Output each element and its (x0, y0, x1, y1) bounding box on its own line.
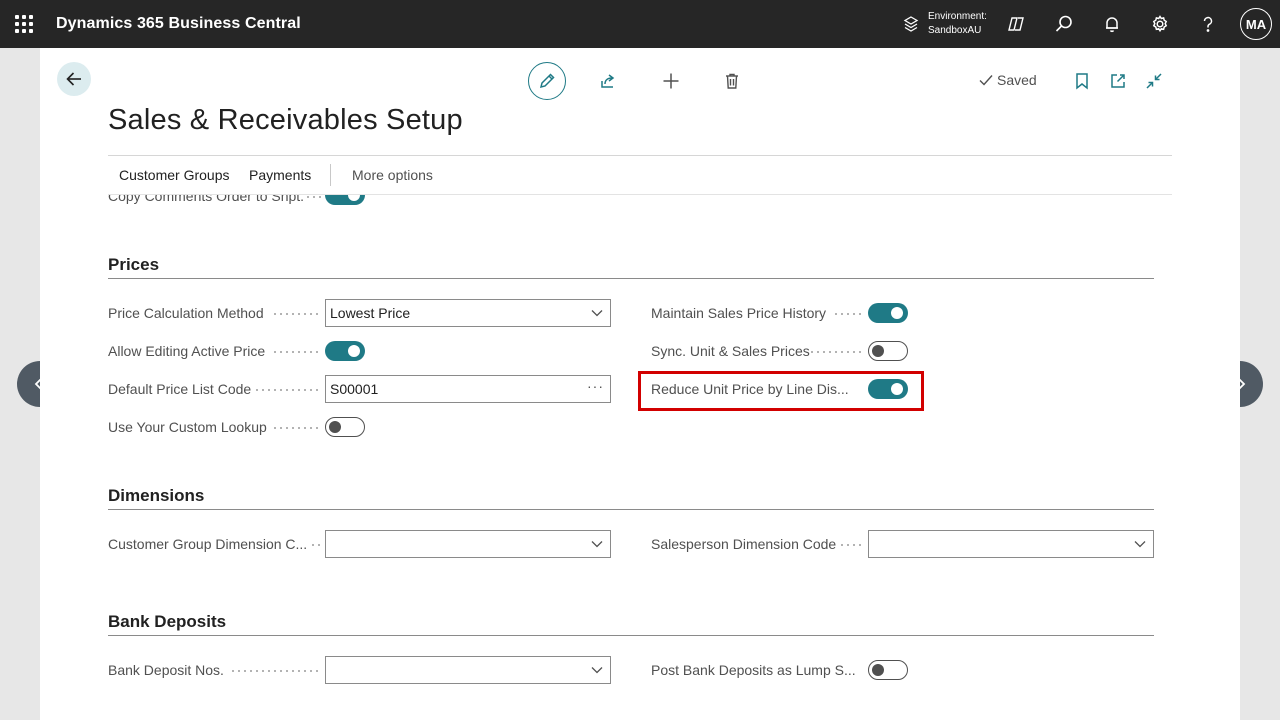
use-custom-lookup-toggle[interactable] (325, 417, 365, 437)
copilot-icon[interactable] (1004, 12, 1028, 36)
app-title[interactable]: Dynamics 365 Business Central (56, 15, 301, 33)
section-title-prices[interactable]: Prices (108, 255, 159, 275)
top-bar: Dynamics 365 Business Central Environmen… (0, 0, 1280, 48)
chevron-down-icon (591, 667, 603, 674)
arrow-left-icon (66, 72, 81, 86)
new-button[interactable] (652, 62, 690, 100)
sync-unit-sales-prices-label: Sync. Unit & Sales Prices (651, 343, 810, 359)
trash-icon (726, 73, 738, 89)
checkmark-icon (979, 75, 993, 86)
tabs-divider (108, 155, 1172, 156)
lookup-ellipsis-icon[interactable]: ··· (587, 378, 604, 394)
environment-icon (903, 16, 919, 32)
highlight-box (638, 371, 924, 411)
page-title: Sales & Receivables Setup (108, 104, 463, 136)
user-avatar[interactable]: MA (1240, 8, 1272, 40)
salesperson-dimension-select[interactable] (868, 530, 1154, 558)
share-icon (601, 74, 615, 88)
settings-gear-icon[interactable] (1148, 12, 1172, 36)
maintain-sales-price-history-label: Maintain Sales Price History (651, 305, 827, 321)
use-custom-lookup-label: Use Your Custom Lookup (108, 419, 267, 435)
chevron-down-icon (1134, 541, 1146, 548)
bank-deposit-nos-label: Bank Deposit Nos. (108, 662, 224, 678)
default-price-list-code-input[interactable]: S00001 ··· (325, 375, 611, 403)
back-button[interactable] (57, 62, 91, 96)
price-calculation-method-select[interactable]: Lowest Price (325, 299, 611, 327)
tab-customer-groups[interactable]: Customer Groups (119, 167, 229, 183)
chevron-down-icon (591, 310, 603, 317)
customer-group-dimension-select[interactable] (325, 530, 611, 558)
bookmark-icon (1076, 73, 1088, 90)
help-icon[interactable] (1196, 12, 1220, 36)
customer-group-dimension-label: Customer Group Dimension C... (108, 536, 308, 552)
post-bank-deposits-lump-toggle[interactable] (868, 660, 908, 680)
content-area[interactable]: Copy Comments Order to Shpt. Prices Pric… (40, 195, 1240, 720)
price-calculation-method-label: Price Calculation Method (108, 305, 264, 321)
collapse-button[interactable] (1135, 62, 1173, 100)
collapse-arrows-icon (1146, 73, 1162, 89)
environment-indicator[interactable]: Environment: SandboxAU (902, 10, 987, 38)
section-title-bank-deposits[interactable]: Bank Deposits (108, 612, 226, 632)
tab-separator (330, 164, 331, 186)
notifications-bell-icon[interactable] (1100, 12, 1124, 36)
copy-comments-toggle[interactable] (325, 195, 365, 205)
allow-editing-active-price-toggle[interactable] (325, 341, 365, 361)
saved-label: Saved (997, 72, 1037, 88)
edit-button[interactable] (528, 62, 566, 100)
search-icon[interactable] (1052, 12, 1076, 36)
app-launcher-icon[interactable] (14, 14, 34, 34)
default-price-list-code-label: Default Price List Code (108, 381, 252, 397)
price-calculation-method-value: Lowest Price (330, 305, 411, 321)
tabs-bottom-divider (108, 194, 1172, 195)
delete-button[interactable] (713, 62, 751, 100)
section-title-dimensions[interactable]: Dimensions (108, 486, 204, 506)
open-in-new-window-icon (1111, 74, 1125, 88)
salesperson-dimension-label: Salesperson Dimension Code (651, 536, 837, 552)
tab-payments[interactable]: Payments (249, 167, 311, 183)
default-price-list-code-value: S00001 (330, 381, 379, 397)
maintain-sales-price-history-toggle[interactable] (868, 303, 908, 323)
open-new-window-button[interactable] (1099, 62, 1137, 100)
field-label: Copy Comments Order to Shpt. (108, 195, 305, 204)
environment-name: SandboxAU (928, 25, 982, 36)
pencil-icon (539, 73, 555, 89)
share-button[interactable] (589, 62, 627, 100)
bank-deposit-nos-select[interactable] (325, 656, 611, 684)
chevron-down-icon (591, 541, 603, 548)
environment-label: Environment: (928, 11, 987, 22)
plus-icon (663, 73, 679, 89)
post-bank-deposits-lump-label: Post Bank Deposits as Lump S... (651, 662, 856, 678)
tab-more-options[interactable]: More options (352, 167, 433, 183)
saved-status: Saved (978, 72, 1037, 88)
allow-editing-active-price-label: Allow Editing Active Price (108, 343, 266, 359)
bookmark-button[interactable] (1063, 62, 1101, 100)
sync-unit-sales-prices-toggle[interactable] (868, 341, 908, 361)
